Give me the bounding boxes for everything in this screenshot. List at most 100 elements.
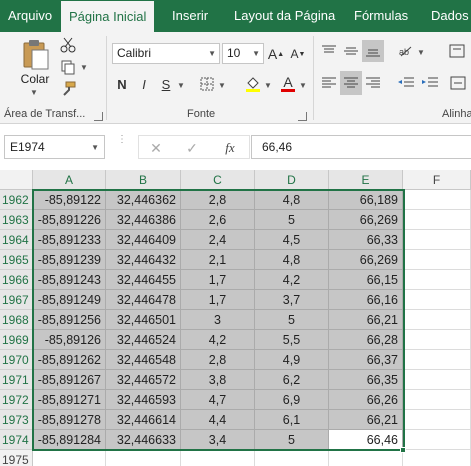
table-cell[interactable] [403,250,471,270]
row-header[interactable]: 1967 [0,290,33,310]
table-cell[interactable]: -85,891233 [33,230,106,250]
table-cell[interactable]: -85,89122 [33,190,106,210]
table-cell[interactable]: 66,189 [329,190,403,210]
row-header[interactable]: 1964 [0,230,33,250]
row-header[interactable]: 1966 [0,270,33,290]
table-cell[interactable]: 32,446501 [106,310,181,330]
table-cell[interactable]: 4,7 [181,390,255,410]
table-cell[interactable]: 4,4 [181,410,255,430]
align-left-icon[interactable] [320,72,338,94]
table-cell[interactable]: 66,35 [329,370,403,390]
font-name-combo[interactable]: Calibri ▼ [112,43,220,64]
table-cell[interactable]: 6,2 [255,370,329,390]
table-cell[interactable]: 32,446432 [106,250,181,270]
table-cell[interactable]: -85,891239 [33,250,106,270]
table-cell[interactable]: 1,7 [181,290,255,310]
table-cell[interactable]: 6,9 [255,390,329,410]
bold-button[interactable]: N [114,74,130,94]
chevron-down-icon[interactable]: ▼ [208,44,216,63]
table-cell[interactable]: 66,28 [329,330,403,350]
table-cell[interactable]: -85,891243 [33,270,106,290]
shrink-font-icon[interactable]: A ▼ [290,44,306,64]
table-cell[interactable] [403,410,471,430]
table-cell[interactable]: -85,891226 [33,210,106,230]
align-bottom-icon[interactable] [362,40,384,62]
tab-home[interactable]: Página Inicial [61,1,155,32]
formula-bar-grip-icon[interactable]: ⋮ [117,135,127,157]
table-cell[interactable]: -85,891278 [33,410,106,430]
table-cell[interactable]: 3,7 [255,290,329,310]
table-cell[interactable]: 4,2 [255,270,329,290]
table-cell[interactable]: 32,446572 [106,370,181,390]
table-cell[interactable]: 2,1 [181,250,255,270]
align-top-icon[interactable] [320,42,338,60]
name-box[interactable]: E1974 ▼ [4,135,105,159]
table-cell[interactable] [329,450,403,466]
orientation-dropdown-icon[interactable]: ▼ [417,48,425,57]
column-header-b[interactable]: B [106,170,181,190]
insert-function-button[interactable]: fx [219,139,241,157]
tab-file[interactable]: Arquivo [8,0,52,32]
table-cell[interactable]: 2,6 [181,210,255,230]
table-cell[interactable] [403,190,471,210]
font-color-dropdown-icon[interactable]: ▼ [299,81,307,90]
row-header[interactable]: 1975 [0,450,33,466]
enter-check-icon[interactable]: ✓ [183,139,201,157]
table-cell[interactable] [403,390,471,410]
table-cell[interactable]: 32,446633 [106,430,181,450]
table-cell[interactable]: 5 [255,430,329,450]
fill-color-dropdown-icon[interactable]: ▼ [264,81,272,90]
table-cell[interactable] [403,270,471,290]
table-cell[interactable]: -85,891262 [33,350,106,370]
table-cell[interactable]: -85,891256 [33,310,106,330]
align-right-icon[interactable] [364,72,382,94]
table-cell[interactable]: 3,8 [181,370,255,390]
column-header-a[interactable]: A [33,170,106,190]
table-cell[interactable]: 66,16 [329,290,403,310]
active-cell[interactable]: 66,46 [329,430,403,450]
cut-icon[interactable] [58,36,78,54]
table-cell[interactable] [33,450,106,466]
table-cell[interactable]: 5 [255,210,329,230]
column-header-d[interactable]: D [255,170,329,190]
table-cell[interactable]: 66,269 [329,250,403,270]
table-cell[interactable]: 66,21 [329,310,403,330]
table-cell[interactable]: 5,5 [255,330,329,350]
table-cell[interactable]: 32,446614 [106,410,181,430]
grow-font-icon[interactable]: A ▲ [268,44,284,64]
row-header[interactable]: 1965 [0,250,33,270]
table-cell[interactable]: -85,891271 [33,390,106,410]
table-cell[interactable]: 6,1 [255,410,329,430]
tab-formulas[interactable]: Fórmulas [354,0,408,32]
table-cell[interactable] [403,290,471,310]
table-cell[interactable]: -85,891249 [33,290,106,310]
row-header[interactable]: 1962 [0,190,33,210]
tab-page-layout[interactable]: Layout da Página [234,0,335,32]
table-cell[interactable]: 32,446455 [106,270,181,290]
table-cell[interactable] [255,450,329,466]
table-cell[interactable]: 5 [255,310,329,330]
table-cell[interactable]: 1,7 [181,270,255,290]
table-cell[interactable]: 32,446548 [106,350,181,370]
table-cell[interactable]: 32,446593 [106,390,181,410]
table-cell[interactable]: 66,269 [329,210,403,230]
orientation-icon[interactable]: ab [396,42,416,60]
table-cell[interactable]: 66,37 [329,350,403,370]
align-middle-icon[interactable] [342,42,360,60]
table-cell[interactable]: 32,446478 [106,290,181,310]
format-painter-icon[interactable] [58,80,78,98]
cancel-icon[interactable]: ✕ [147,139,165,157]
table-cell[interactable] [403,430,471,450]
font-launcher-icon[interactable] [298,112,307,121]
table-cell[interactable] [106,450,181,466]
table-cell[interactable]: 32,446362 [106,190,181,210]
copy-icon[interactable] [58,58,78,76]
formula-input[interactable]: 66,46 [251,135,471,159]
merge-center-icon[interactable] [448,72,468,94]
decrease-indent-icon[interactable] [396,72,416,94]
table-cell[interactable] [403,210,471,230]
select-all-button[interactable] [0,170,33,190]
table-cell[interactable]: 4,9 [255,350,329,370]
paste-dropdown-icon[interactable]: ▼ [30,88,38,97]
table-cell[interactable]: 3,4 [181,430,255,450]
